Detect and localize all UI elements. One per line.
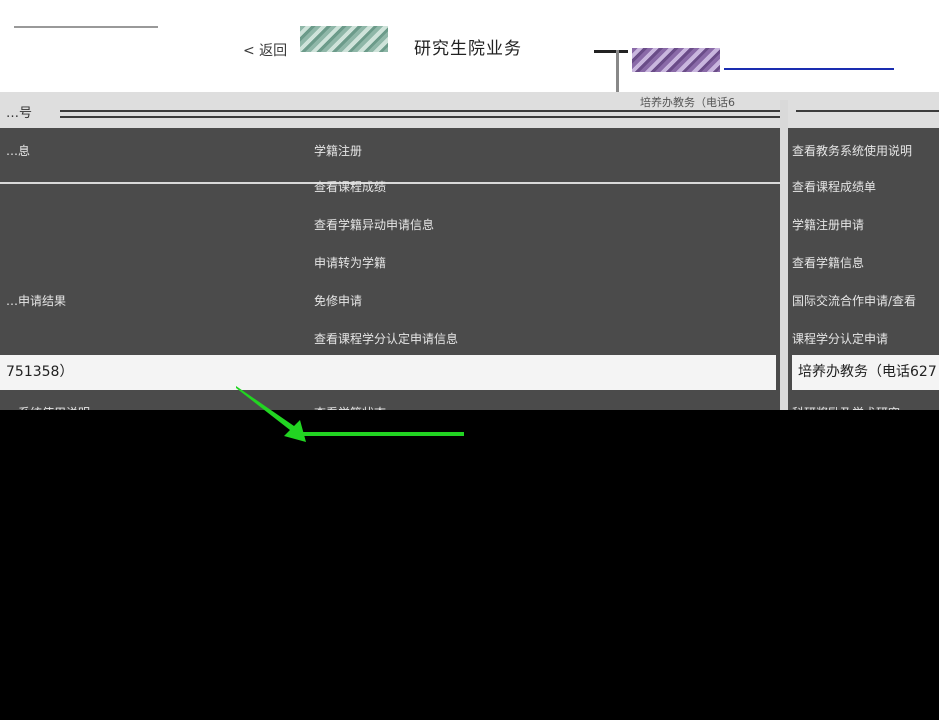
toolbar-left-label: …号 — [6, 106, 33, 121]
arrow-icon — [236, 386, 306, 442]
row-divider — [0, 182, 780, 184]
header-divider — [14, 26, 158, 28]
menu-item-exemption[interactable]: 免修申请 — [314, 292, 362, 309]
menu-item-grades[interactable]: 查看课程成绩 — [314, 178, 386, 195]
banner-image — [300, 26, 388, 52]
menu-item-status-change[interactable]: 查看学籍异动申请信息 — [314, 216, 434, 233]
page-title: 研究生院业务 — [414, 39, 522, 59]
right-menu-item-4[interactable]: 查看学籍信息 — [792, 254, 939, 271]
banner-image-secondary — [632, 48, 720, 72]
toolbar-rule-right — [796, 110, 939, 112]
menu-item-apply-transfer[interactable]: 申请转为学籍 — [314, 254, 386, 271]
header-vertical-rule — [616, 50, 619, 98]
right-contact-info-bar: 培养办教务（电话627 — [792, 355, 939, 390]
right-menu-item-3[interactable]: 学籍注册申请 — [792, 216, 939, 233]
nav-underline — [724, 68, 894, 70]
toolbar-rule — [60, 110, 780, 112]
right-menu-item-5[interactable]: 国际交流合作申请/查看 — [792, 292, 939, 309]
highlight-bar — [300, 432, 464, 436]
menu-item-credit-recognition[interactable]: 查看课程学分认定申请信息 — [314, 330, 458, 347]
right-menu-item-1[interactable]: 查看教务系统使用说明 — [792, 142, 939, 159]
left-col1-item-1[interactable]: …息 — [6, 142, 30, 159]
left-col1-item-2[interactable]: …申请结果 — [6, 292, 66, 309]
right-menu-item-6[interactable]: 课程学分认定申请 — [792, 330, 939, 347]
right-menu-item-2[interactable]: 查看课程成绩单 — [792, 178, 939, 195]
menu-item-enroll[interactable]: 学籍注册 — [314, 142, 362, 159]
toolbar-rule-2 — [60, 116, 780, 118]
contact-info-bar: 751358） — [0, 355, 776, 390]
back-link[interactable]: < 返回 — [243, 40, 287, 60]
panel-separator — [780, 100, 788, 410]
header-rule — [594, 50, 628, 53]
toolbar-right-label: 培养办教务（电话6 — [640, 96, 735, 109]
blank-content-area — [0, 410, 939, 720]
